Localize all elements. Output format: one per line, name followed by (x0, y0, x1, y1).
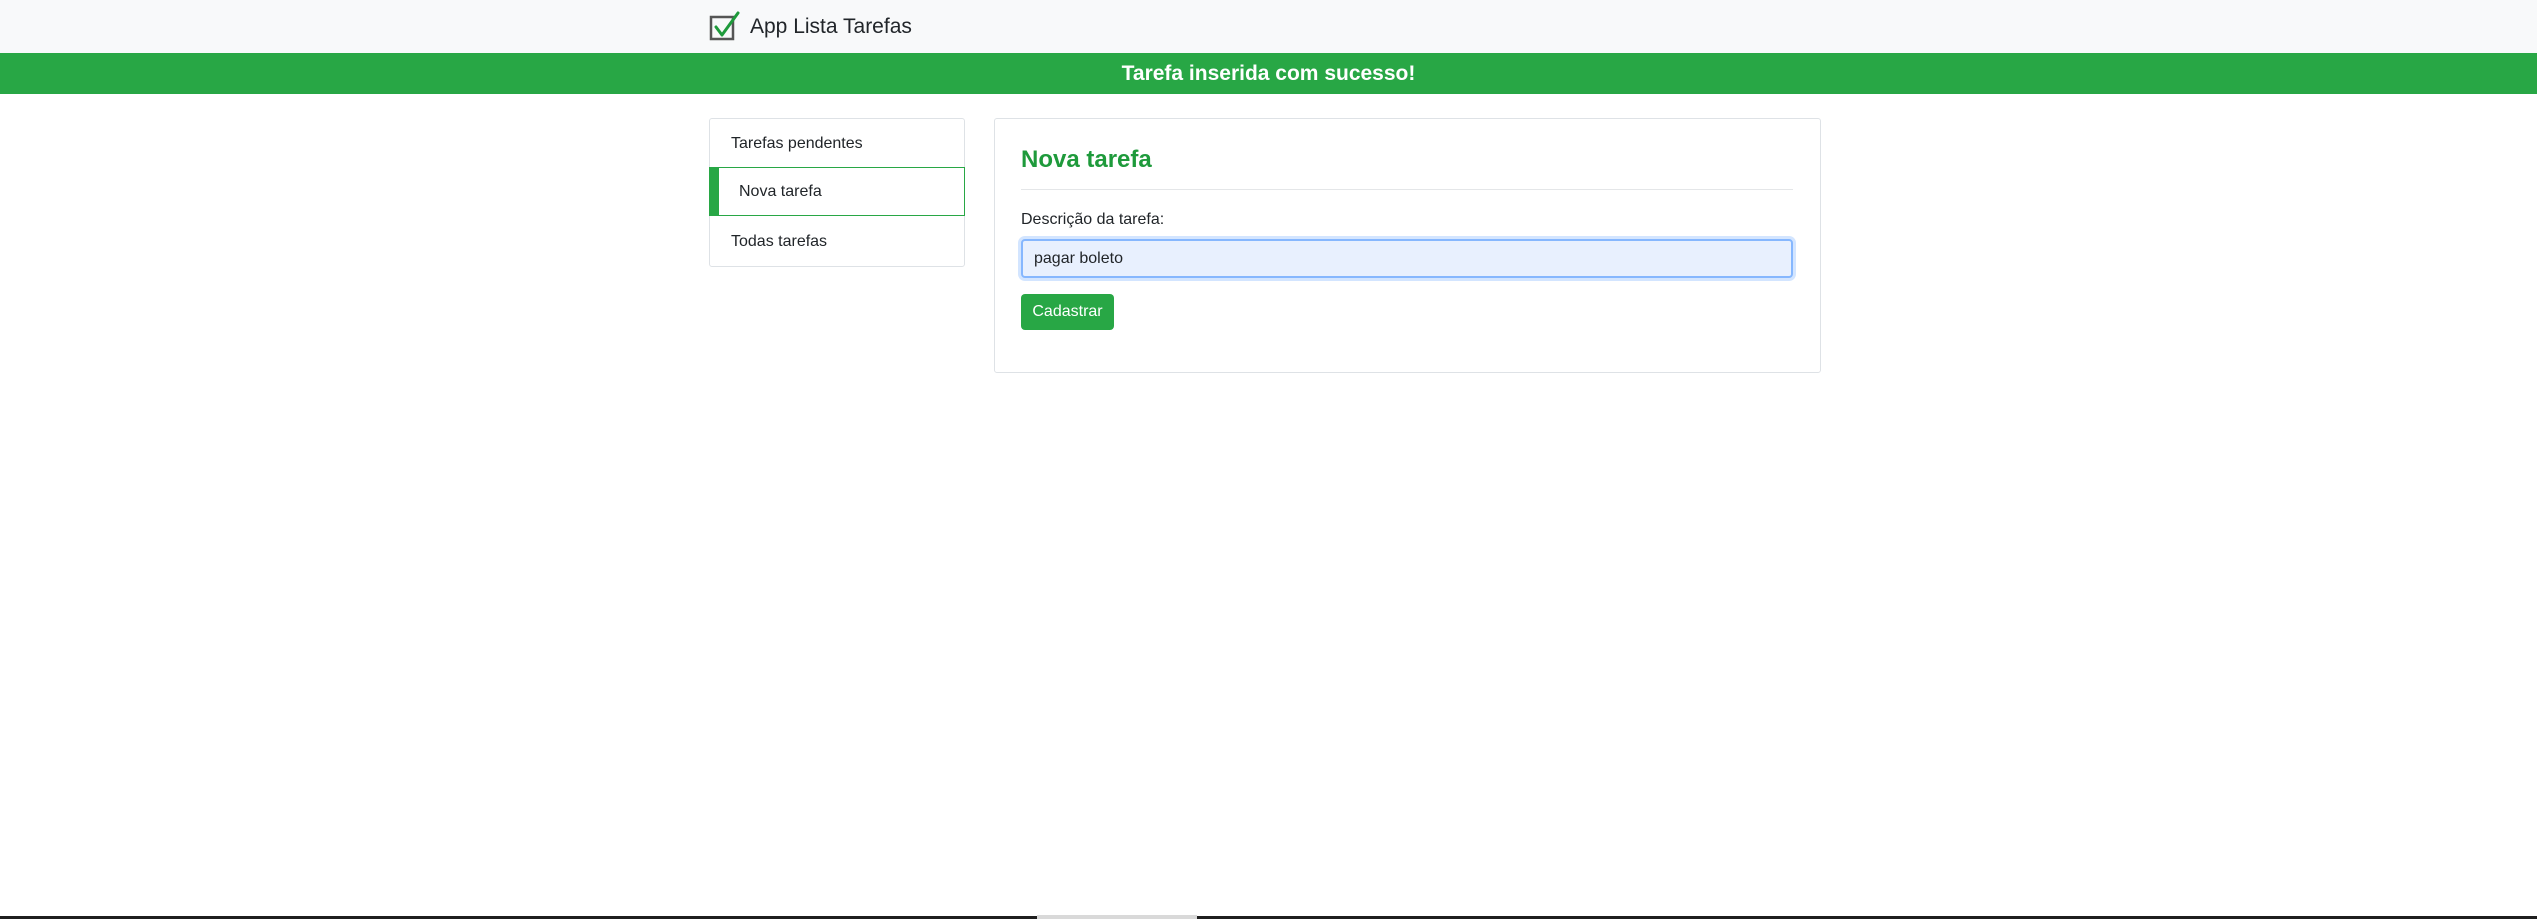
task-description-input[interactable] (1021, 239, 1793, 278)
brand-link[interactable]: App Lista Tarefas (709, 10, 912, 43)
title-divider (1021, 189, 1793, 190)
cadastrar-button[interactable]: Cadastrar (1021, 294, 1114, 330)
task-description-label: Descrição da tarefa: (1021, 211, 1165, 228)
menu-item-todas-tarefas[interactable]: Todas tarefas (710, 217, 964, 266)
sidebar-menu: Tarefas pendentes Nova tarefa Todas tare… (709, 118, 965, 267)
menu-item-nova-tarefa[interactable]: Nova tarefa (709, 167, 965, 216)
app-title: App Lista Tarefas (750, 15, 912, 38)
navbar: App Lista Tarefas (0, 0, 2537, 53)
page-title: Nova tarefa (1021, 146, 1152, 173)
menu-item-tarefas-pendentes[interactable]: Tarefas pendentes (710, 119, 964, 168)
window-bottom-tab (1037, 915, 1197, 919)
success-alert: Tarefa inserida com sucesso! (0, 53, 2537, 94)
checkbox-checked-icon (709, 11, 740, 40)
new-task-card: Nova tarefa Descrição da tarefa: Cadastr… (994, 118, 1821, 373)
